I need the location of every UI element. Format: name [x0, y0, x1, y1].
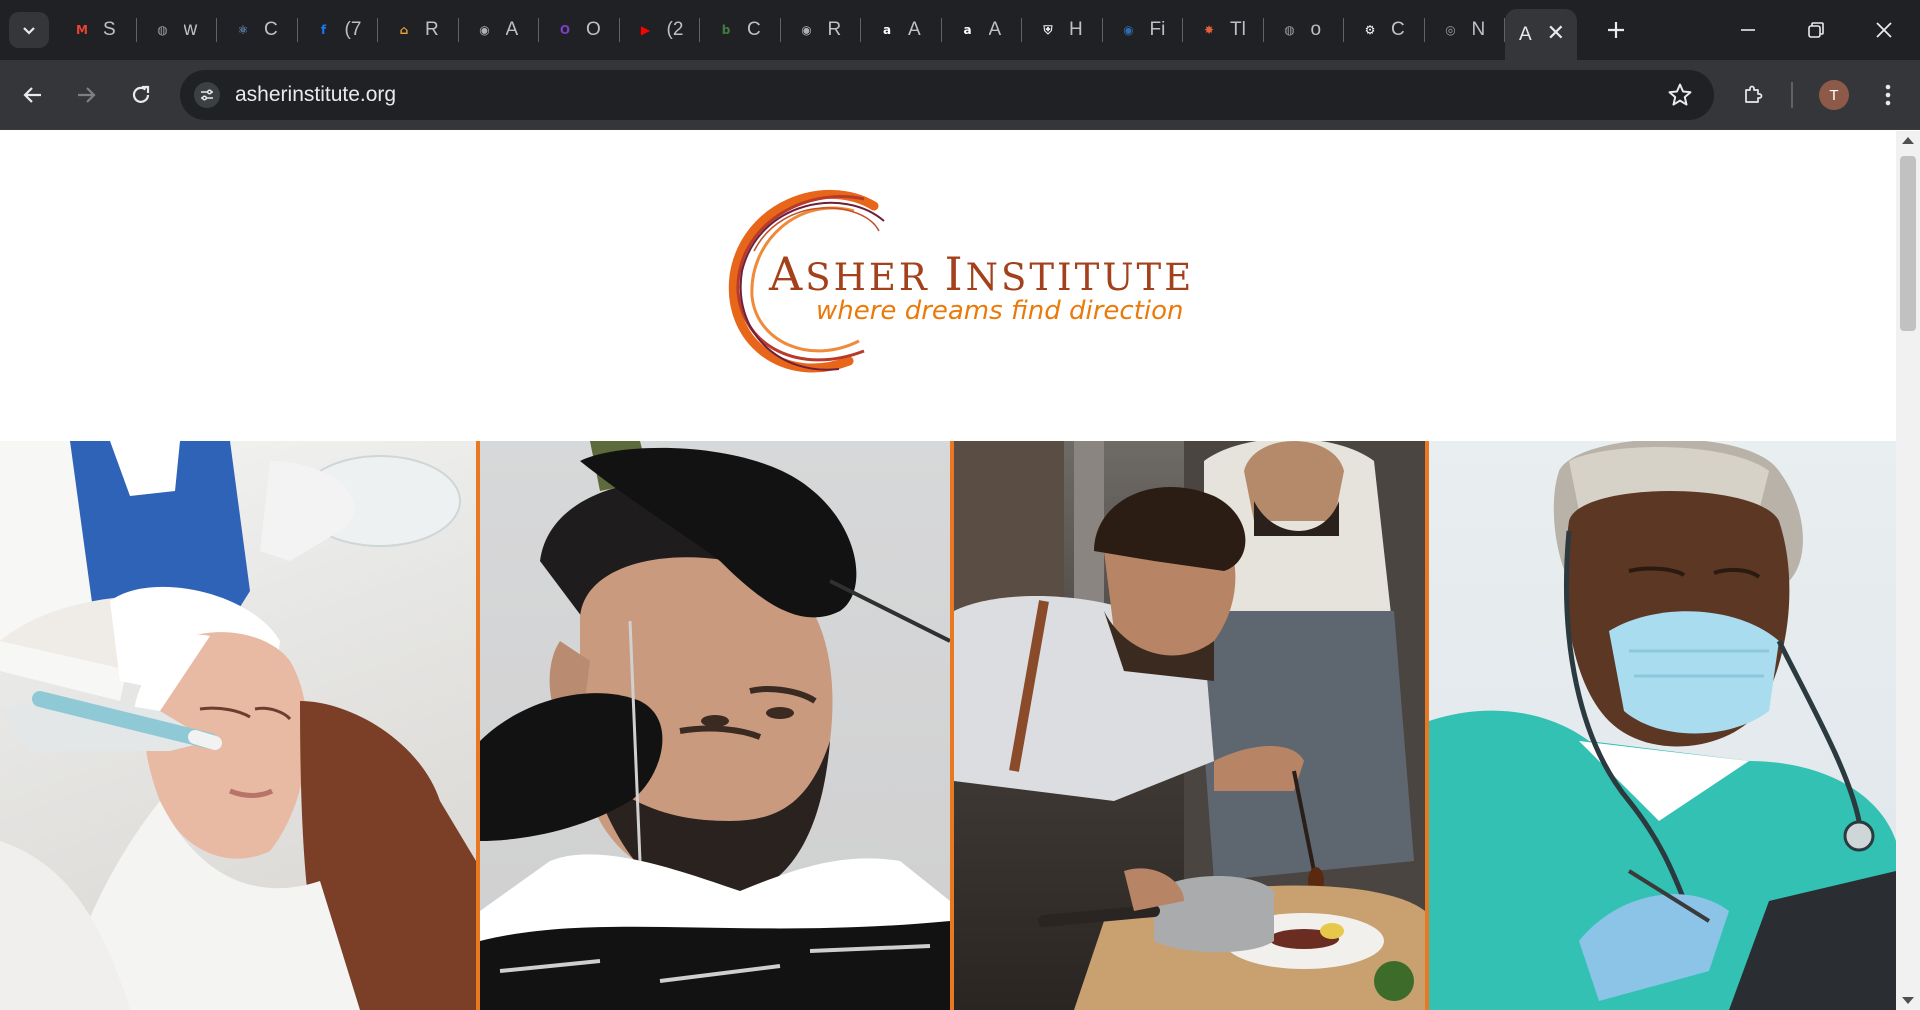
scroll-up-arrow-icon[interactable] [1902, 137, 1914, 144]
plus-icon [1608, 22, 1624, 38]
tab-search-button[interactable] [9, 12, 49, 48]
photo-nurse [1429, 441, 1896, 1010]
kebab-menu-icon [1885, 84, 1891, 106]
minimize-icon [1741, 29, 1755, 31]
tab-list: M S ◍ w ⚛ Cf (7 ⌂ R ◉ A O O ▶ (2 b C ◉ Ra Aa A ⛨ H ◉ Fi ✸ Tl ◍ o ⚙ C ◎ N… [56, 0, 1577, 60]
scroll-down-arrow-icon[interactable] [1902, 997, 1914, 1004]
browser-tab[interactable]: ◎ N [1425, 0, 1505, 60]
site-settings-icon[interactable] [194, 82, 220, 108]
asher-institute-logo[interactable]: ASHER INSTITUTE where dreams find direct… [724, 181, 1191, 381]
back-button[interactable] [15, 77, 51, 113]
restore-icon [1808, 22, 1824, 38]
tab-title: C [747, 19, 761, 40]
tab-title: A [908, 19, 921, 40]
toolbar-divider [1791, 82, 1793, 108]
program-photo-gallery [0, 441, 1896, 1010]
tab-title: R [425, 19, 439, 40]
c-icon: b [721, 23, 731, 37]
atom-icon: ⚛ [237, 23, 249, 37]
app-icon: ◉ [479, 23, 490, 37]
arrow-right-icon [78, 87, 96, 103]
logo-title: ASHER INSTITUTE [769, 247, 1195, 301]
tab-title: A [988, 19, 1002, 40]
photo-barber [480, 441, 950, 1010]
page-viewport: ASHER INSTITUTE where dreams find direct… [0, 131, 1896, 1010]
minimize-button[interactable] [1714, 0, 1782, 60]
bookmark-star-icon[interactable] [1666, 81, 1694, 109]
browser-tab[interactable]: ⚙ C [1344, 0, 1425, 60]
browser-tab[interactable]: ✸ Tl [1183, 0, 1264, 60]
browser-tab[interactable]: MS [56, 0, 137, 60]
extensions-button[interactable] [1735, 77, 1771, 113]
r-icon: ◉ [801, 23, 812, 37]
gmail-icon: M [76, 23, 88, 37]
browser-tab[interactable]: aA [861, 0, 942, 60]
chatgpt-icon: ⚙ [1364, 23, 1376, 37]
youtube-icon: ▶ [640, 23, 651, 37]
browser-tab[interactable]: f (7 [298, 0, 378, 60]
reload-button[interactable] [123, 77, 159, 113]
browser-tab[interactable]: ◍ w [137, 0, 217, 60]
address-bar[interactable]: asherinstitute.org [180, 70, 1714, 120]
browser-tab[interactable]: ⌂ R [378, 0, 459, 60]
chrome-icon: ◎ [1445, 23, 1456, 37]
tab-title: (2 [666, 19, 684, 40]
tab-title: H [1069, 19, 1083, 40]
puzzle-icon [1745, 85, 1763, 103]
browser-tab[interactable]: ⚛ C [217, 0, 298, 60]
tab-title: R [827, 19, 842, 40]
amazon-icon: a [963, 23, 972, 37]
restore-button[interactable] [1782, 0, 1850, 60]
browser-tab[interactable]: bC [700, 0, 781, 60]
close-icon [1876, 22, 1892, 38]
facebook-icon: f [320, 23, 327, 37]
photo-chef [954, 441, 1425, 1010]
tab-title: C [264, 19, 278, 40]
tab-title: S [103, 19, 116, 40]
o-icon: O [559, 23, 571, 37]
browser-tab[interactable]: OO [539, 0, 620, 60]
profile-avatar[interactable]: T [1819, 80, 1849, 110]
tab-title: o [1310, 19, 1322, 40]
tab-title: A [1519, 23, 1532, 45]
close-window-button[interactable] [1850, 0, 1918, 60]
close-tab-icon[interactable]: ✕ [1547, 21, 1565, 45]
tab-strip: M S ◍ w ⚛ Cf (7 ⌂ R ◉ A O O ▶ (2 b C ◉ Ra Aa A ⛨ H ◉ Fi ✸ Tl ◍ o ⚙ C ◎ N… [0, 0, 1920, 60]
star-burst-icon: ✸ [1203, 23, 1215, 37]
tab-title: C [1391, 19, 1405, 40]
browser-tab[interactable]: ⛨ H [1022, 0, 1103, 60]
tab-title: O [586, 19, 601, 40]
browser-menu-button[interactable] [1870, 77, 1906, 113]
url-text[interactable]: asherinstitute.org [235, 83, 396, 107]
tab-title: A [505, 19, 519, 40]
globe-icon: ◍ [157, 23, 168, 37]
amazon-icon: a [882, 23, 892, 37]
tab-title: N [1471, 19, 1486, 40]
browser-tab[interactable]: aA [942, 0, 1022, 60]
chevron-down-icon [23, 27, 35, 35]
scrollbar-thumb[interactable] [1900, 156, 1916, 331]
page-scrollbar[interactable] [1896, 131, 1920, 1010]
browser-tab[interactable]: ▶ (2 [620, 0, 700, 60]
browser-tab[interactable]: ◍ o [1264, 0, 1344, 60]
active-browser-tab[interactable]: A ✕ [1505, 9, 1577, 60]
globe-icon: ◍ [1284, 23, 1295, 37]
rainbow-icon: ⌂ [399, 23, 409, 37]
browser-tab[interactable]: ◉ R [781, 0, 861, 60]
logo-tagline: where dreams find direction [816, 296, 1184, 326]
photo-facial-treatment [0, 441, 476, 1010]
tab-title: Fi [1149, 19, 1166, 40]
reload-icon [132, 85, 150, 103]
seal-icon: ◉ [1123, 23, 1134, 37]
new-tab-button[interactable] [1598, 12, 1634, 48]
tab-title: Tl [1230, 19, 1246, 40]
seal-icon: ⛨ [1043, 22, 1053, 37]
browser-tab[interactable]: ◉ A [459, 0, 539, 60]
tab-title: (7 [344, 19, 362, 40]
tab-title: w [183, 19, 198, 40]
forward-button[interactable] [68, 77, 104, 113]
browser-tab[interactable]: ◉ Fi [1103, 0, 1183, 60]
arrow-left-icon [23, 87, 41, 103]
browser-toolbar: asherinstitute.org T [0, 60, 1920, 130]
